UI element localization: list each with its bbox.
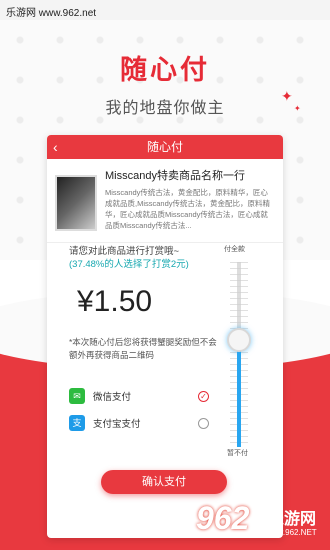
payment-label: 支付宝支付 — [93, 419, 141, 430]
phone-mockup: ‹ 随心付 Misscandy特卖商品名称一行 Misscandy传统古法，黄金… — [47, 135, 283, 538]
slider-knob[interactable] — [227, 328, 251, 352]
product-name: Misscandy特卖商品名称一行 — [105, 170, 245, 182]
tip-prompt: 请您对此商品进行打赏哦~ — [69, 246, 180, 257]
product-description: Misscandy传统古法，黄金配比，原料精华，匠心成就品质,Misscandy… — [105, 188, 271, 230]
payment-option-wechat[interactable]: ✉ 微信支付 ✓ — [69, 388, 209, 404]
payment-label: 微信支付 — [93, 392, 132, 403]
slider-bottom-label: 暂不付 — [227, 450, 248, 457]
watermark-banner: 乐游网 www.962.net — [0, 0, 330, 20]
radio-unchecked-icon[interactable] — [198, 417, 209, 429]
tip-ratio: (37.48%的人选择了打赏2元) — [69, 259, 189, 270]
logo-number: 962 — [196, 500, 250, 536]
wechat-pay-icon: ✉ — [69, 388, 85, 404]
site-logo: 962 乐游网 www.962.NET — [196, 500, 324, 544]
back-icon[interactable]: ‹ — [53, 135, 58, 159]
notice-text: *本次随心付后您将获得蟹腿奖励但不会额外再获得商品二维码 — [69, 337, 217, 360]
logo-url: www.962.NET — [266, 528, 317, 537]
slider-fill — [237, 340, 241, 447]
screen-titlebar: ‹ 随心付 — [47, 135, 283, 159]
sparkle-icon: ✦ — [281, 88, 293, 104]
amount-slider[interactable] — [227, 250, 251, 450]
screen-title: 随心付 — [146, 140, 183, 154]
sparkle-icon: ✦ — [294, 104, 301, 113]
alipay-icon: 支 — [69, 415, 85, 431]
payment-option-alipay[interactable]: 支 支付宝支付 — [69, 415, 209, 431]
product-card[interactable]: Misscandy特卖商品名称一行 Misscandy传统古法，黄金配比，原料精… — [47, 159, 283, 243]
radio-checked-icon[interactable]: ✓ — [198, 390, 209, 402]
confirm-pay-button[interactable]: 确认支付 — [101, 470, 227, 494]
hero-title: 随心付 — [120, 55, 210, 85]
amount-display: ¥1.50 — [77, 285, 153, 318]
logo-text: 乐游网 — [268, 511, 317, 528]
product-image — [55, 175, 97, 231]
